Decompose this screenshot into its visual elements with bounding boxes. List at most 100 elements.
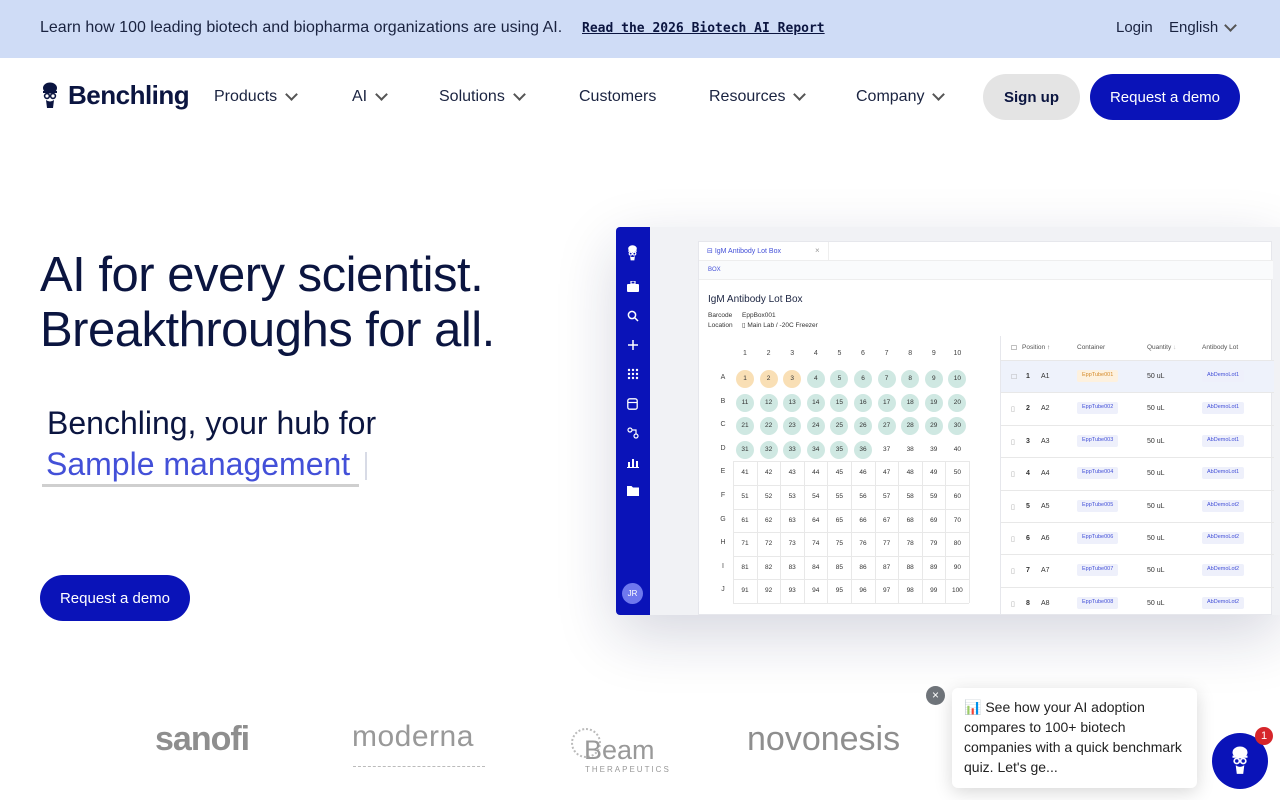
plate-well: 60 [953, 493, 961, 500]
plate-well: 8 [901, 370, 920, 388]
hub-underline [42, 484, 359, 487]
plate-well: 32 [759, 440, 778, 459]
plate-well: 87 [882, 563, 891, 571]
plate-well: 53 [788, 493, 796, 500]
row-number: 5 [1026, 502, 1030, 510]
plate-well: 55 [835, 493, 843, 500]
plate-well: 74 [812, 540, 820, 548]
table-row: ▯ 7 A7 EppTube007 50 uL AbDemoLot2 [1001, 554, 1274, 586]
tube-icon: ▯ [1011, 600, 1015, 608]
plate-well: 48 [906, 469, 914, 477]
row-number: 8 [1026, 599, 1030, 607]
apps-grid-icon [626, 368, 639, 381]
plate-well: 27 [877, 417, 896, 436]
container-chip: EppTube006 [1077, 532, 1119, 544]
plate-column-label: 5 [837, 350, 842, 357]
nav-company[interactable]: Company [856, 88, 946, 106]
plate-well: 17 [877, 393, 896, 412]
benchling-mascot-icon [626, 245, 639, 261]
plate-well: 22 [759, 417, 778, 436]
grid-line [733, 485, 969, 486]
novonesis-logo: novonesis [747, 720, 901, 758]
benchling-logo[interactable]: Benchling [40, 80, 190, 111]
plate-well: 19 [924, 393, 943, 412]
close-icon: × [815, 246, 820, 255]
login-link[interactable]: Login [1116, 19, 1153, 36]
plate-well: 61 [741, 516, 749, 524]
tube-icon: ▯ [1011, 406, 1015, 414]
request-demo-hero-button[interactable]: Request a demo [40, 575, 190, 621]
nav-solutions[interactable]: Solutions [439, 88, 526, 106]
table-row: ☐ 1 A1 EppTube001 50 uL AbDemoLot1 [1001, 360, 1274, 392]
hero-title-line2: Breakthroughs for all. [40, 303, 495, 357]
plate-well: 29 [924, 417, 943, 436]
location-row: Location ▯ Main Lab / -20C Freezer [708, 321, 818, 329]
request-demo-header-button[interactable]: Request a demo [1090, 74, 1240, 120]
plate-well: 72 [764, 540, 773, 548]
meta-value: Main Lab / -20C Freezer [747, 322, 818, 329]
meta-key: Location [708, 322, 733, 329]
report-link[interactable]: Read the 2026 Biotech AI Report [582, 21, 825, 36]
plate-well: 59 [930, 493, 938, 500]
row-position: A2 [1041, 405, 1050, 413]
chat-close-button[interactable]: × [926, 686, 945, 705]
plate-well: 23 [783, 417, 802, 436]
plate-well: 39 [930, 445, 938, 453]
row-position: A1 [1041, 373, 1050, 380]
plate-column-label: 10 [953, 350, 962, 357]
grid-line [733, 603, 969, 604]
app-sidebar: JR [616, 227, 650, 615]
chevron-down-icon [512, 88, 526, 101]
plate-well: 15 [830, 393, 849, 412]
table-row: ▯ 5 A5 EppTube005 50 uL AbDemoLot2 [1001, 489, 1274, 522]
nav-customers[interactable]: Customers [579, 88, 656, 106]
plate-well: 75 [835, 540, 843, 548]
plate-well: 25 [830, 417, 849, 436]
box-title: IgM Antibody Lot Box [708, 294, 803, 305]
plate-well: 94 [812, 587, 820, 595]
row-quantity: 50 uL [1147, 599, 1165, 607]
plate-well: 93 [788, 587, 796, 595]
chevron-down-icon [1224, 18, 1238, 32]
plate-well: 11 [736, 393, 754, 412]
hub-text: Benchling, your hub for [47, 405, 377, 441]
tube-icon: ▯ [1011, 503, 1015, 511]
product-screenshot: JR ⊟ IgM Antibody Lot Box × BOX IgM Anti… [616, 227, 1280, 615]
plate-well: 88 [906, 563, 914, 571]
plate-well: 47 [882, 469, 891, 477]
container-chip: EppTube001 [1077, 370, 1119, 382]
row-quantity: 50 uL [1147, 437, 1165, 445]
plate-well: 99 [930, 587, 938, 595]
plate-well: 18 [901, 393, 920, 412]
plate-well: 10 [948, 370, 967, 388]
plate-well: 67 [882, 516, 891, 524]
tab-label: IgM Antibody Lot Box [714, 248, 781, 255]
plate-well: 98 [906, 587, 914, 595]
row-quantity: 50 uL [1147, 373, 1165, 380]
notification-badge: 1 [1255, 727, 1273, 745]
plate-row-label: E [720, 468, 726, 476]
antibody-lot-chip: AbDemoLot1 [1202, 402, 1245, 415]
nav-ai[interactable]: AI [352, 88, 388, 106]
plate-well: 49 [930, 469, 938, 477]
row-number: 6 [1026, 535, 1030, 542]
plus-icon [626, 339, 639, 352]
plate-well: 78 [906, 540, 914, 548]
antibody-lot-chip: AbDemoLot1 [1202, 467, 1245, 480]
plate-well: 69 [930, 516, 938, 524]
header-quantity: Quantity ↓ [1147, 336, 1176, 360]
plate-row-label: D [720, 444, 726, 452]
row-position: A4 [1041, 470, 1050, 478]
plate-well: 80 [953, 540, 961, 548]
plate-well: 70 [953, 516, 961, 524]
nav-resources[interactable]: Resources [709, 88, 807, 106]
nav-products[interactable]: Products [214, 88, 299, 106]
plate-well: 100 [951, 587, 963, 595]
container-chip: EppTube002 [1077, 402, 1119, 415]
plate-well: 50 [953, 469, 961, 477]
signup-button[interactable]: Sign up [983, 74, 1080, 120]
benchling-mascot-icon [1232, 746, 1248, 774]
language-selector[interactable]: English [1169, 18, 1238, 36]
chat-message-card[interactable]: 📊 See how your AI adoption compares to 1… [952, 688, 1197, 788]
plate-well: 96 [859, 587, 867, 595]
